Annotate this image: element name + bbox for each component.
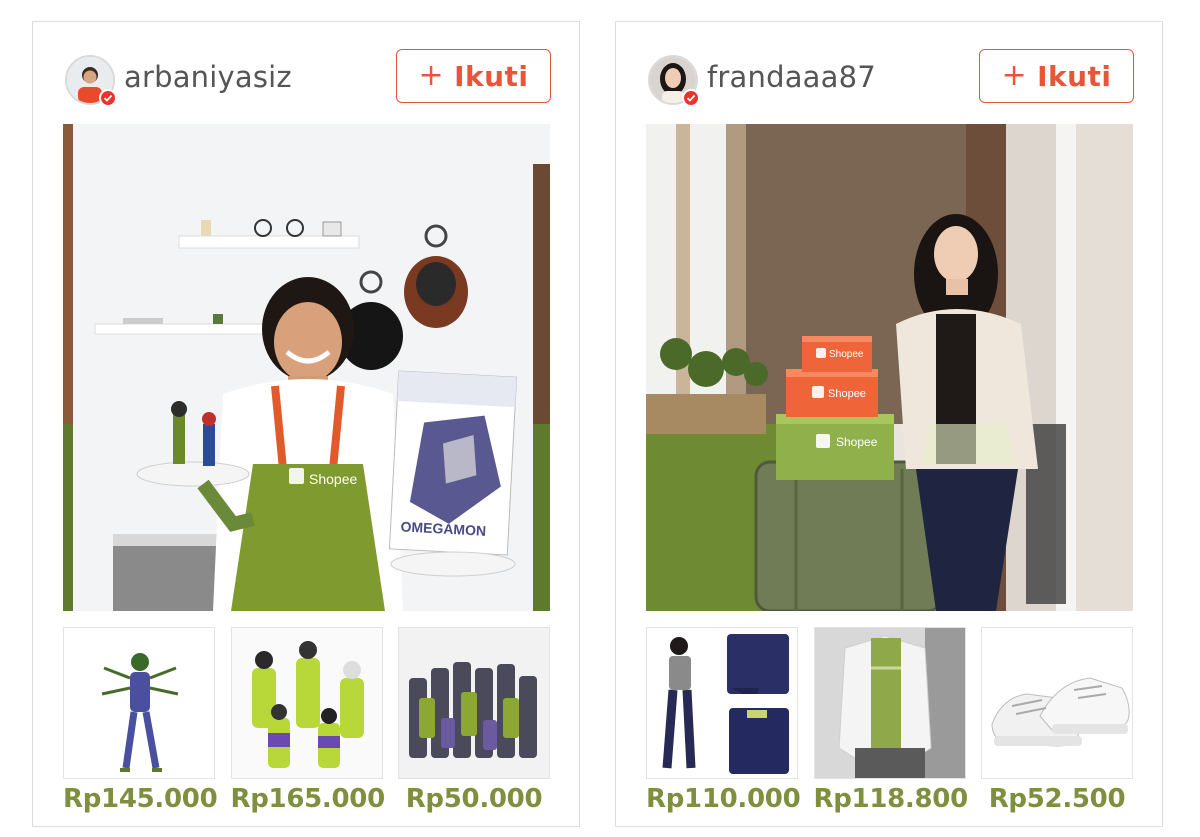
box-logo-text: Shopee [836, 435, 878, 449]
product-price[interactable]: Rp118.800 [814, 784, 969, 814]
post-photo[interactable]: Shopee OMEGAMON [63, 124, 550, 611]
follow-button[interactable]: + Ikuti [396, 49, 551, 103]
product-price[interactable]: Rp165.000 [231, 784, 386, 814]
product-price[interactable]: Rp145.000 [63, 784, 218, 814]
product-thumb[interactable] [646, 627, 798, 779]
product-list [63, 627, 550, 779]
plus-icon: + [1001, 57, 1028, 93]
post-card-frandaaa87: frandaaa87 + Ikuti Shopee Shopee Shopee … [615, 21, 1163, 827]
follow-label: Ikuti [1037, 59, 1112, 93]
product-thumb[interactable] [981, 627, 1133, 779]
price-row: Rp145.000 Rp165.000 Rp50.000 [63, 784, 550, 814]
product-price[interactable]: Rp110.000 [646, 784, 801, 814]
product-price[interactable]: Rp50.000 [398, 784, 550, 814]
follow-label: Ikuti [454, 59, 529, 93]
post-header: frandaaa87 + Ikuti [616, 22, 1162, 122]
avatar[interactable] [65, 55, 117, 107]
verified-badge-icon [682, 89, 700, 107]
plus-icon: + [418, 57, 445, 93]
product-thumb[interactable] [63, 627, 215, 779]
username[interactable]: frandaaa87 [707, 60, 876, 94]
price-row: Rp110.000 Rp118.800 Rp52.500 [646, 784, 1133, 814]
username[interactable]: arbaniyasiz [124, 60, 292, 94]
apron-logo-text: Shopee [309, 471, 357, 487]
product-thumb[interactable] [398, 627, 550, 779]
post-header: arbaniyasiz + Ikuti [33, 22, 579, 122]
product-price[interactable]: Rp52.500 [981, 784, 1133, 814]
product-thumb[interactable] [230, 627, 383, 779]
box-logo-text: Shopee [829, 349, 864, 360]
post-photo[interactable]: Shopee Shopee Shopee [646, 124, 1133, 611]
product-list [646, 627, 1133, 779]
post-card-arbaniyasiz: arbaniyasiz + Ikuti Shopee OMEGAMON Rp14… [32, 21, 580, 827]
product-thumb[interactable] [813, 627, 966, 779]
box-logo-text: Shopee [828, 388, 866, 400]
follow-button[interactable]: + Ikuti [979, 49, 1134, 103]
avatar[interactable] [648, 55, 700, 107]
verified-badge-icon [99, 89, 117, 107]
